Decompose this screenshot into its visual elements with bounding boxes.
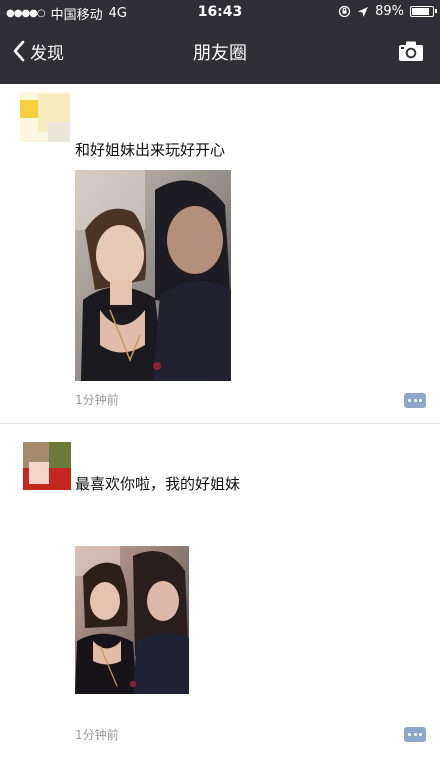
comment-button[interactable]	[404, 727, 426, 742]
comment-button[interactable]	[404, 393, 426, 408]
avatar[interactable]	[23, 442, 71, 490]
post-text: 最喜欢你啦，我的好姐妹	[75, 475, 241, 493]
post-time: 1分钟前	[75, 728, 119, 742]
post-photo[interactable]	[75, 170, 231, 381]
photo-image	[75, 170, 231, 381]
post-photo[interactable]	[75, 546, 189, 694]
location-arrow-icon	[358, 6, 369, 17]
battery-fill	[412, 8, 429, 15]
battery-icon	[410, 6, 437, 17]
avatar[interactable]	[20, 92, 70, 142]
photo-image	[75, 546, 189, 694]
battery-percent: 89%	[375, 4, 404, 19]
orientation-lock-icon	[338, 5, 351, 18]
status-right: 89%	[338, 4, 437, 19]
nav-bar: ●●●●○ 中国移动 4G 16:43 89% 发现 朋友圈	[0, 0, 440, 84]
status-bar: ●●●●○ 中国移动 4G 16:43 89%	[0, 0, 440, 24]
post-text: 和好姐妹出来玩好开心	[75, 141, 226, 159]
camera-icon[interactable]	[398, 40, 424, 62]
post-time: 1分钟前	[75, 393, 119, 407]
divider	[0, 423, 440, 424]
page-title: 朋友圈	[193, 43, 247, 64]
